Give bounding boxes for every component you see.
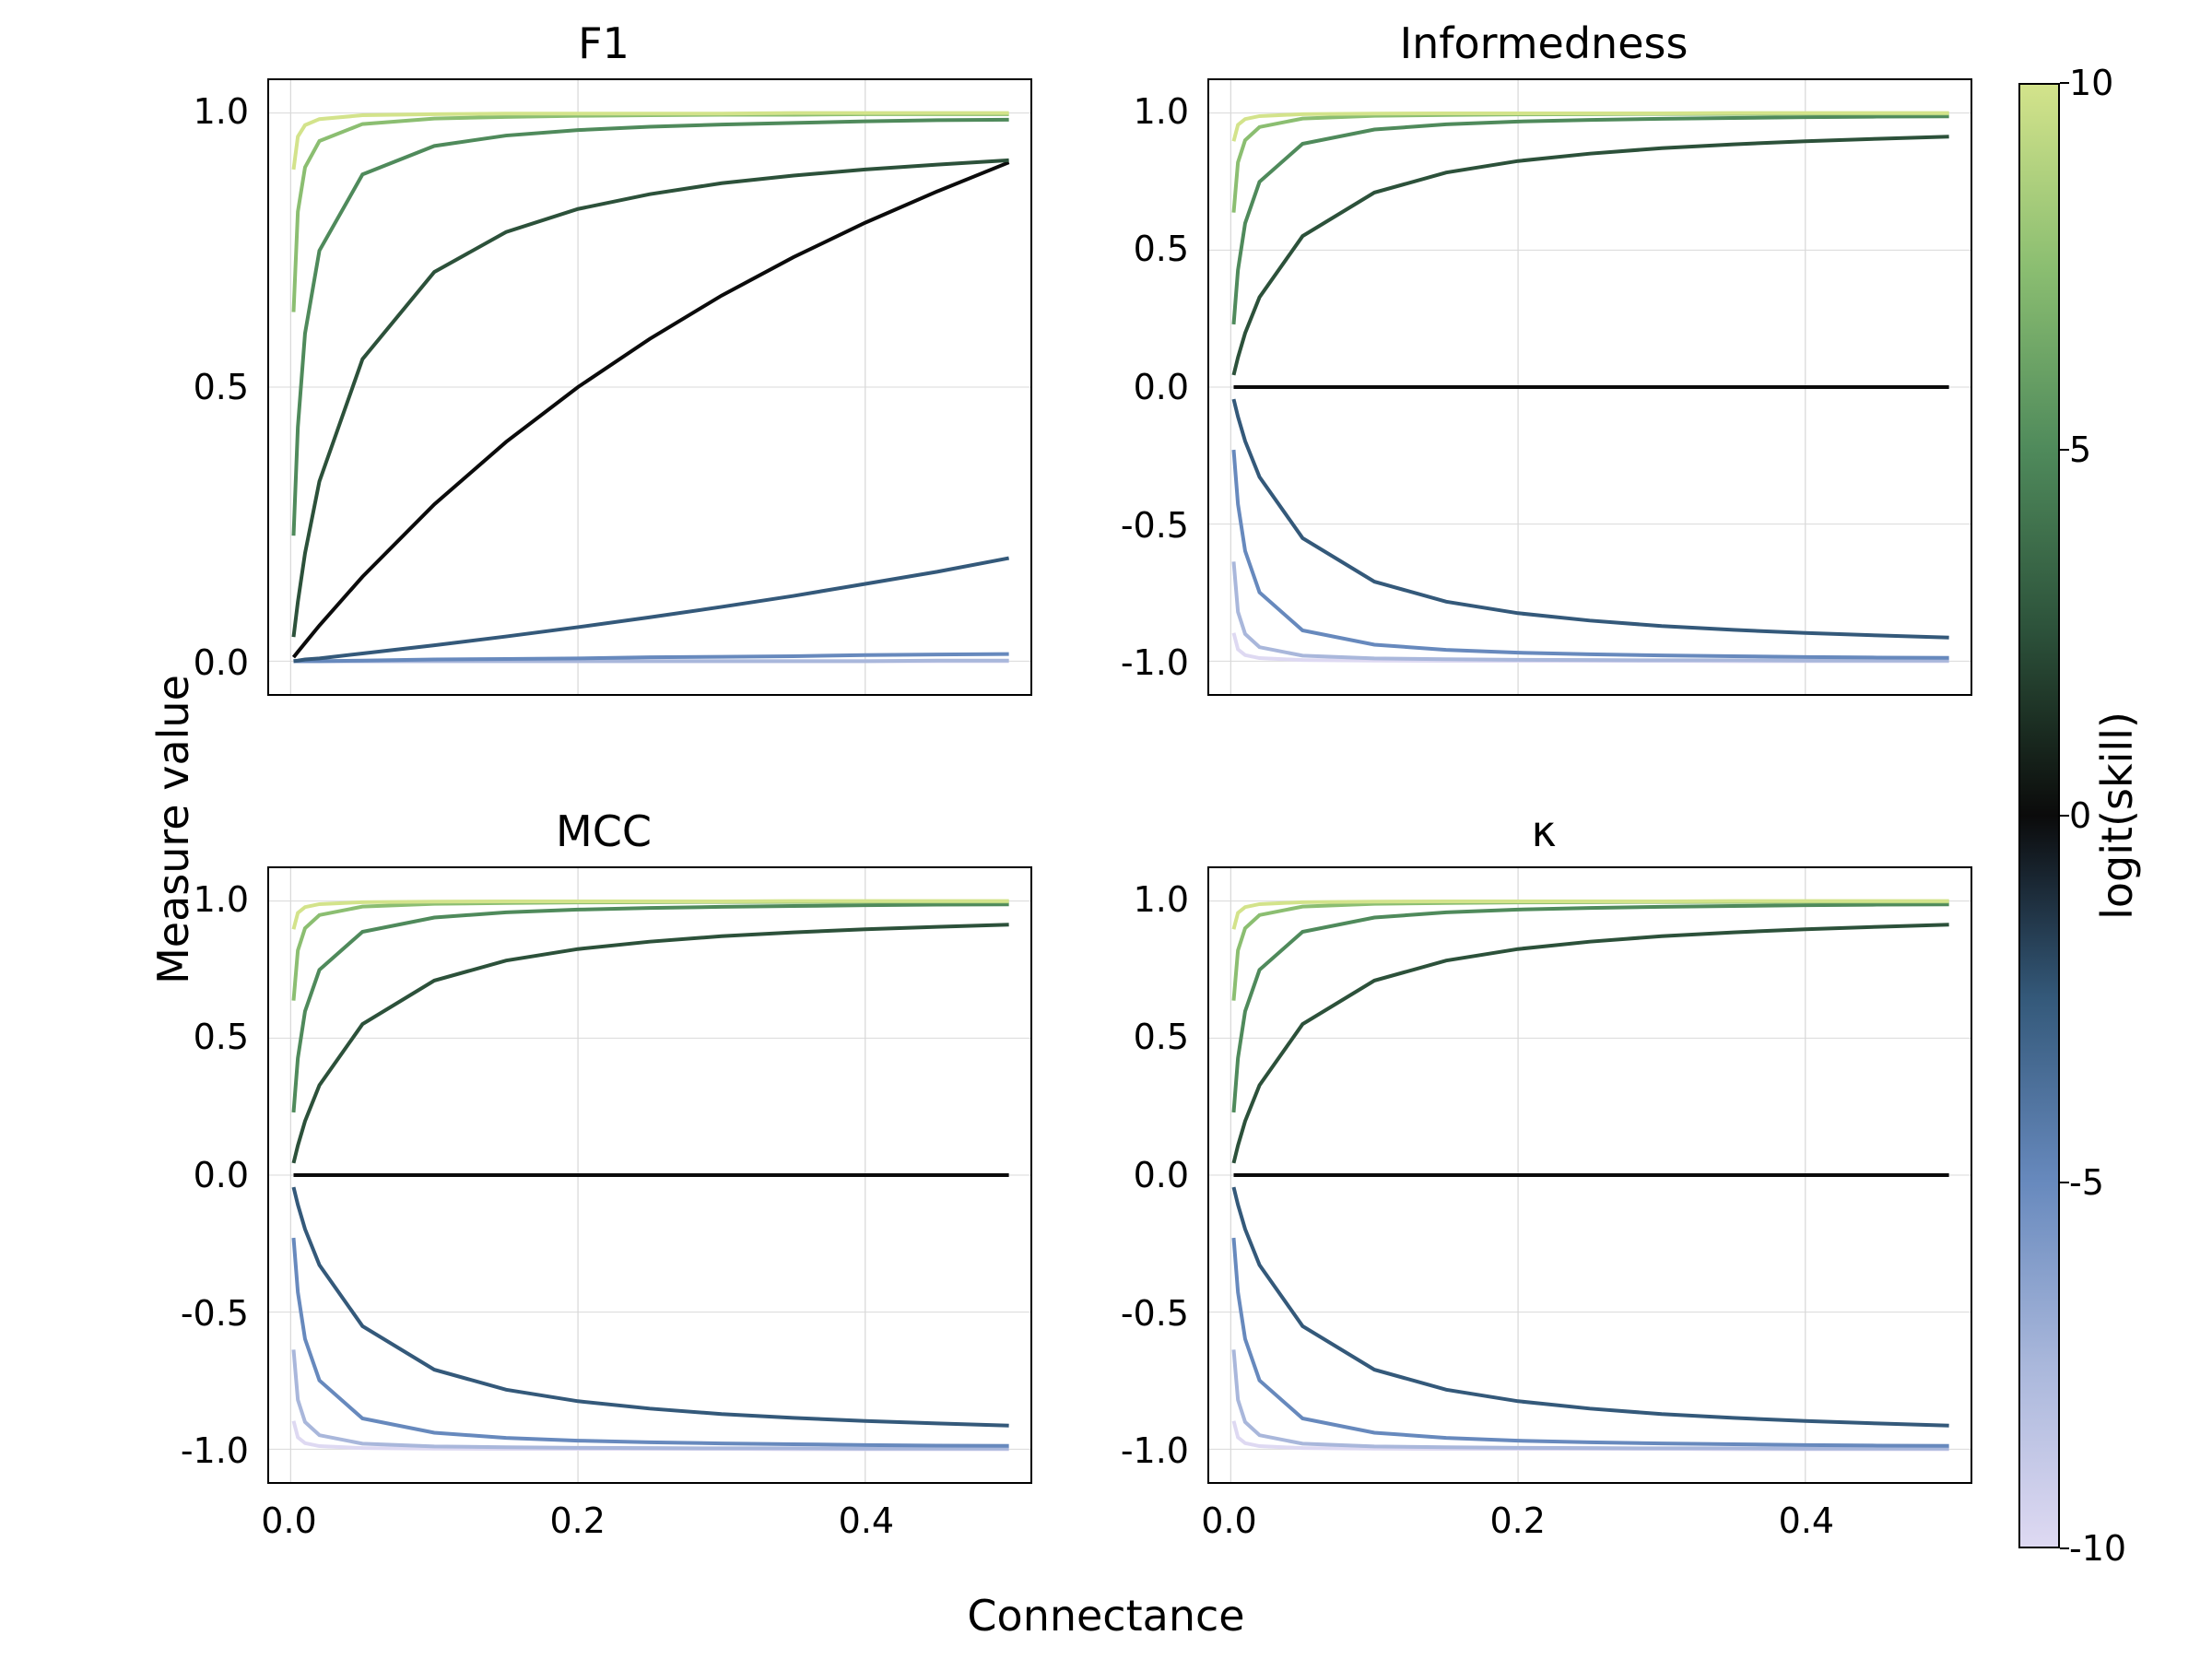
- series-line: [1233, 1238, 1948, 1446]
- x-tick-label: 0.4: [839, 1500, 894, 1541]
- colorbar: -10-50510 logit(skill): [2018, 83, 2157, 1548]
- y-tick-label: -0.5: [166, 1293, 249, 1334]
- panel-title: Informedness: [1106, 18, 1982, 68]
- series-line: [1233, 904, 1948, 1112]
- series-line: [293, 1349, 1008, 1448]
- y-tick-label: 1.0: [1106, 879, 1189, 920]
- x-ticks: 0.00.20.4: [1207, 1493, 1972, 1558]
- y-tick-label: 1.0: [1106, 91, 1189, 132]
- series-line: [293, 559, 1008, 662]
- series-line: [1233, 561, 1948, 660]
- panel-title: κ: [1106, 806, 1982, 856]
- y-tick-label: 0.5: [166, 367, 249, 407]
- y-tick-label: 0.0: [166, 1155, 249, 1195]
- series-line: [1233, 113, 1948, 212]
- colorbar-tick-mark: [2060, 815, 2069, 817]
- series-line: [293, 901, 1008, 1000]
- panel-grid: F10.00.51.00.00.20.4Informedness-1.0-0.5…: [166, 28, 1982, 1558]
- series-line: [1233, 450, 1948, 658]
- series-line: [293, 162, 1008, 657]
- plot-area: [1207, 866, 1972, 1484]
- y-tick-label: -0.5: [1106, 505, 1189, 546]
- series-line: [1233, 399, 1948, 638]
- panel-informedness: Informedness-1.0-0.50.00.51.00.00.20.4: [1106, 28, 1982, 770]
- y-tick-label: -1.0: [1106, 1430, 1189, 1471]
- x-axis-label: Connectance: [967, 1591, 1244, 1641]
- x-tick-label: 0.4: [1779, 1500, 1834, 1541]
- colorbar-tick-mark: [2060, 82, 2069, 84]
- panel-title: F1: [166, 18, 1041, 68]
- y-ticks: -1.0 -0.5 0.0 0.5 1.0: [1106, 78, 1198, 696]
- colorbar-tick-label: -10: [2069, 1528, 2143, 1569]
- panel-title: MCC: [166, 806, 1041, 856]
- y-tick-label: 0.0: [1106, 367, 1189, 407]
- x-tick-label: 0.2: [549, 1500, 605, 1541]
- series-line: [1233, 116, 1948, 324]
- series-line: [1233, 901, 1948, 1000]
- plot-area: [267, 78, 1032, 696]
- series-line: [293, 1238, 1008, 1446]
- panel-f1: F10.00.51.00.00.20.4: [166, 28, 1041, 770]
- series-line: [293, 160, 1008, 637]
- y-ticks: 0.0 0.5 1.0: [166, 78, 258, 696]
- y-tick-label: -0.5: [1106, 1293, 1189, 1334]
- y-ticks: -1.0 -0.5 0.0 0.5 1.0: [166, 866, 258, 1484]
- figure: Measure value Connectance F10.00.51.00.0…: [0, 0, 2212, 1659]
- y-tick-label: 0.5: [166, 1017, 249, 1057]
- y-tick-label: 0.0: [166, 642, 249, 683]
- y-tick-label: -1.0: [166, 1430, 249, 1471]
- series-line: [1233, 136, 1948, 375]
- colorbar-tick-label: -5: [2069, 1162, 2143, 1203]
- y-tick-label: 0.5: [1106, 229, 1189, 269]
- colorbar-tick-label: 5: [2069, 429, 2143, 470]
- y-tick-label: 0.5: [1106, 1017, 1189, 1057]
- x-tick-label: 0.0: [261, 1500, 316, 1541]
- colorbar-tick-mark: [2060, 1182, 2069, 1183]
- series-line: [1233, 924, 1948, 1163]
- series-line: [293, 1187, 1008, 1426]
- series-line: [293, 924, 1008, 1163]
- colorbar-gradient: [2018, 83, 2060, 1548]
- plot-area: [1207, 78, 1972, 696]
- series-line: [1233, 1349, 1948, 1448]
- x-tick-label: 0.0: [1201, 1500, 1256, 1541]
- x-ticks: 0.00.20.4: [267, 1493, 1032, 1558]
- series-line: [293, 114, 1008, 312]
- y-tick-label: 1.0: [166, 879, 249, 920]
- colorbar-tick-mark: [2060, 449, 2069, 451]
- y-tick-label: 1.0: [166, 91, 249, 132]
- x-tick-label: 0.2: [1489, 1500, 1545, 1541]
- series-line: [293, 904, 1008, 1112]
- colorbar-tick-mark: [2060, 1547, 2069, 1549]
- panel-mcc: MCC-1.0-0.50.00.51.00.00.20.4: [166, 816, 1041, 1558]
- y-tick-label: 0.0: [1106, 1155, 1189, 1195]
- colorbar-tick-label: 10: [2069, 63, 2143, 103]
- y-tick-label: -1.0: [1106, 642, 1189, 683]
- series-line: [293, 120, 1008, 535]
- series-line: [1233, 1187, 1948, 1426]
- plot-area: [267, 866, 1032, 1484]
- panel-kappa: κ-1.0-0.50.00.51.00.00.20.4: [1106, 816, 1982, 1558]
- y-ticks: -1.0 -0.5 0.0 0.5 1.0: [1106, 866, 1198, 1484]
- colorbar-title: logit(skill): [2092, 712, 2142, 920]
